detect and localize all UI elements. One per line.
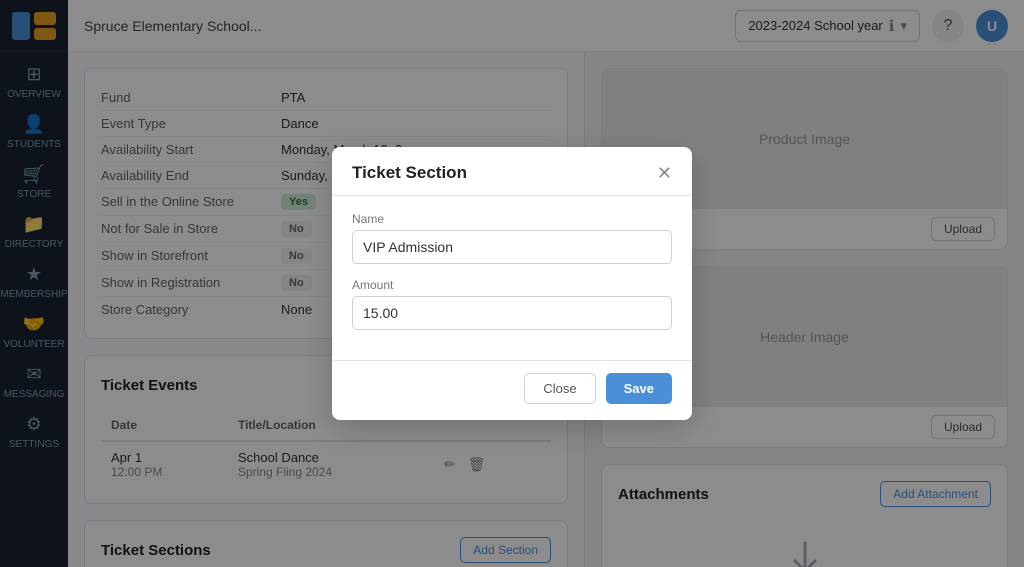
amount-input[interactable] <box>352 296 672 330</box>
modal-close-button[interactable]: ✕ <box>657 164 672 182</box>
modal-save-btn[interactable]: Save <box>606 373 672 404</box>
name-form-label: Name <box>352 212 672 226</box>
modal-body: Name Amount <box>332 196 692 360</box>
modal-overlay[interactable]: Ticket Section ✕ Name Amount Close Save <box>0 0 1024 567</box>
modal-header: Ticket Section ✕ <box>332 147 692 196</box>
amount-form-group: Amount <box>352 278 672 330</box>
amount-form-label: Amount <box>352 278 672 292</box>
modal-close-btn[interactable]: Close <box>524 373 595 404</box>
modal-footer: Close Save <box>332 360 692 420</box>
modal-title: Ticket Section <box>352 163 467 183</box>
ticket-section-modal: Ticket Section ✕ Name Amount Close Save <box>332 147 692 420</box>
name-form-group: Name <box>352 212 672 264</box>
name-input[interactable] <box>352 230 672 264</box>
